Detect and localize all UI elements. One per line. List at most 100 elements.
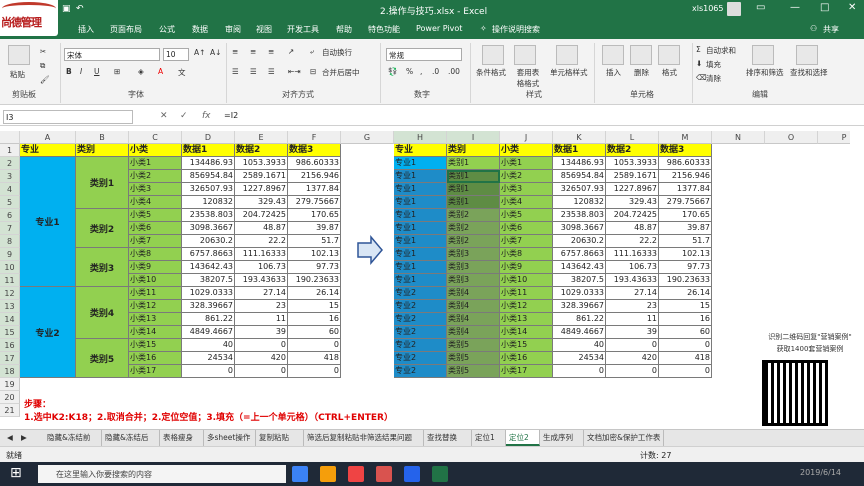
header-cell[interactable]: 数据3: [288, 144, 341, 157]
enter-icon[interactable]: ✓: [180, 111, 188, 121]
subcategory-cell[interactable]: 小类5: [129, 209, 182, 222]
autosum-icon[interactable]: Σ: [696, 45, 701, 54]
value-cell[interactable]: 0: [288, 339, 341, 352]
value-cell[interactable]: 27.14: [606, 287, 659, 300]
row-header[interactable]: 5: [0, 196, 20, 209]
chrome-icon[interactable]: [348, 466, 364, 482]
row-header[interactable]: 8: [0, 235, 20, 248]
value-cell[interactable]: 190.23633: [288, 274, 341, 287]
sheet-tab[interactable]: 定位2: [506, 430, 540, 446]
subcategory-cell[interactable]: 小类14: [500, 326, 553, 339]
category-cell[interactable]: 类别2: [447, 222, 500, 235]
cell-styles-button[interactable]: 单元格样式: [550, 67, 588, 78]
header-cell[interactable]: 小类: [500, 144, 553, 157]
subcategory-cell[interactable]: 小类5: [500, 209, 553, 222]
value-cell[interactable]: 0: [606, 339, 659, 352]
value-cell[interactable]: 39: [606, 326, 659, 339]
subcategory-cell[interactable]: 小类14: [129, 326, 182, 339]
header-cell[interactable]: 类别: [447, 144, 500, 157]
autosum-button[interactable]: 自动求和: [706, 45, 736, 56]
taskbar-search[interactable]: 在这里输入你要搜索的内容: [38, 465, 286, 483]
value-cell[interactable]: 6757.8663: [553, 248, 606, 261]
value-cell[interactable]: 329.43: [606, 196, 659, 209]
major-cell[interactable]: 专业1: [394, 183, 447, 196]
app-icon[interactable]: [404, 466, 420, 482]
tab-power-pivot[interactable]: Power Pivot: [416, 24, 462, 33]
header-cell[interactable]: 数据3: [659, 144, 712, 157]
column-header[interactable]: L: [606, 131, 659, 144]
row-header[interactable]: 11: [0, 274, 20, 287]
value-cell[interactable]: 861.22: [182, 313, 235, 326]
value-cell[interactable]: 15: [288, 300, 341, 313]
number-format-select[interactable]: 常规: [386, 48, 462, 61]
cancel-icon[interactable]: ✕: [160, 111, 168, 121]
align-bottom-icon[interactable]: ≡: [268, 47, 274, 56]
subcategory-cell[interactable]: 小类9: [500, 261, 553, 274]
value-cell[interactable]: 27.14: [235, 287, 288, 300]
subcategory-cell[interactable]: 小类8: [500, 248, 553, 261]
subcategory-cell[interactable]: 小类3: [129, 183, 182, 196]
category-cell[interactable]: 类别4: [447, 313, 500, 326]
value-cell[interactable]: 2589.1671: [606, 170, 659, 183]
subcategory-cell[interactable]: 小类16: [129, 352, 182, 365]
subcategory-cell[interactable]: 小类16: [500, 352, 553, 365]
value-cell[interactable]: 51.7: [288, 235, 341, 248]
subcategory-cell[interactable]: 小类4: [500, 196, 553, 209]
value-cell[interactable]: 1377.84: [659, 183, 712, 196]
value-cell[interactable]: 26.14: [288, 287, 341, 300]
row-header[interactable]: 6: [0, 209, 20, 222]
column-header[interactable]: I: [447, 131, 500, 144]
value-cell[interactable]: 0: [182, 365, 235, 378]
value-cell[interactable]: 143642.43: [182, 261, 235, 274]
row-header[interactable]: 9: [0, 248, 20, 261]
header-cell[interactable]: 小类: [129, 144, 182, 157]
close-icon[interactable]: ✕: [848, 2, 856, 13]
share-button[interactable]: 共享: [823, 24, 839, 35]
fill-button[interactable]: 填充: [706, 59, 721, 70]
conditional-format-button[interactable]: 条件格式: [476, 67, 506, 78]
merged-major[interactable]: 专业2: [20, 287, 76, 378]
category-cell[interactable]: 类别4: [447, 326, 500, 339]
subcategory-cell[interactable]: 小类11: [129, 287, 182, 300]
major-cell[interactable]: 专业1: [394, 261, 447, 274]
value-cell[interactable]: 4849.4667: [553, 326, 606, 339]
value-cell[interactable]: 1053.3933: [606, 157, 659, 170]
value-cell[interactable]: 23: [606, 300, 659, 313]
value-cell[interactable]: 120832: [182, 196, 235, 209]
italic-icon[interactable]: I: [80, 67, 82, 76]
row-header[interactable]: 14: [0, 313, 20, 326]
tab-data[interactable]: 数据: [192, 24, 208, 35]
row-header[interactable]: 17: [0, 352, 20, 365]
tab-page-layout[interactable]: 页面布局: [110, 24, 142, 35]
row-header[interactable]: 16: [0, 339, 20, 352]
value-cell[interactable]: 1053.3933: [235, 157, 288, 170]
minimize-icon[interactable]: —: [790, 2, 800, 13]
subcategory-cell[interactable]: 小类10: [129, 274, 182, 287]
subcategory-cell[interactable]: 小类7: [129, 235, 182, 248]
sheet-tab[interactable]: 隐藏&冻结后: [102, 430, 160, 446]
tab-help[interactable]: 帮助: [336, 24, 352, 35]
value-cell[interactable]: 3098.3667: [553, 222, 606, 235]
align-left-icon[interactable]: ☰: [232, 67, 239, 76]
share-person-icon[interactable]: ⚇: [810, 24, 817, 33]
column-header[interactable]: F: [288, 131, 341, 144]
subcategory-cell[interactable]: 小类15: [129, 339, 182, 352]
format-cells-button[interactable]: 格式: [662, 67, 677, 78]
insert-cells-icon[interactable]: [602, 45, 624, 65]
merged-category[interactable]: 类别2: [76, 209, 129, 248]
merged-category[interactable]: 类别4: [76, 287, 129, 339]
subcategory-cell[interactable]: 小类12: [129, 300, 182, 313]
value-cell[interactable]: 2156.946: [288, 170, 341, 183]
tab-scroll-right-icon[interactable]: ▶: [18, 430, 30, 446]
value-cell[interactable]: 170.65: [288, 209, 341, 222]
value-cell[interactable]: 418: [288, 352, 341, 365]
value-cell[interactable]: 204.72425: [235, 209, 288, 222]
category-cell[interactable]: 类别2: [447, 235, 500, 248]
value-cell[interactable]: 11: [235, 313, 288, 326]
row-header[interactable]: 2: [0, 157, 20, 170]
value-cell[interactable]: 1029.0333: [182, 287, 235, 300]
header-cell[interactable]: 数据2: [235, 144, 288, 157]
header-cell[interactable]: 类别: [76, 144, 129, 157]
merge-center-button[interactable]: 合并后居中: [322, 67, 360, 78]
value-cell[interactable]: 134486.93: [182, 157, 235, 170]
